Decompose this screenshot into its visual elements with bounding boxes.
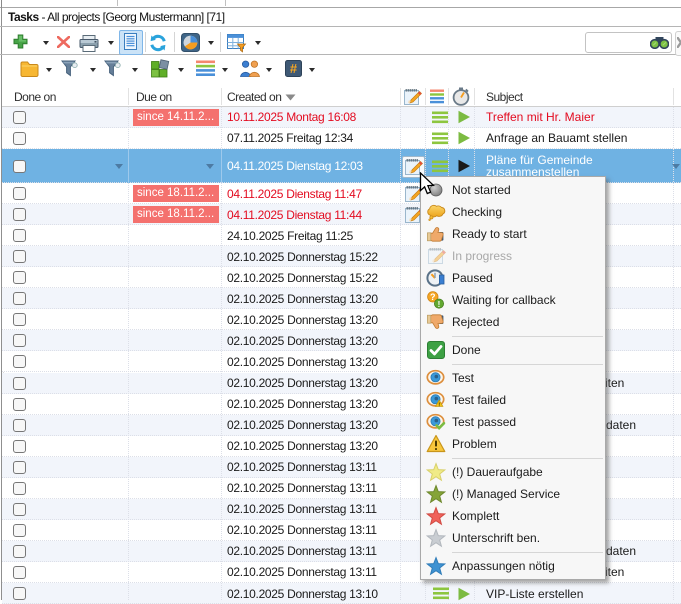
svg-text:?: ? xyxy=(430,292,436,302)
svg-text:#: # xyxy=(290,61,298,76)
svg-text:!: ! xyxy=(438,300,441,309)
